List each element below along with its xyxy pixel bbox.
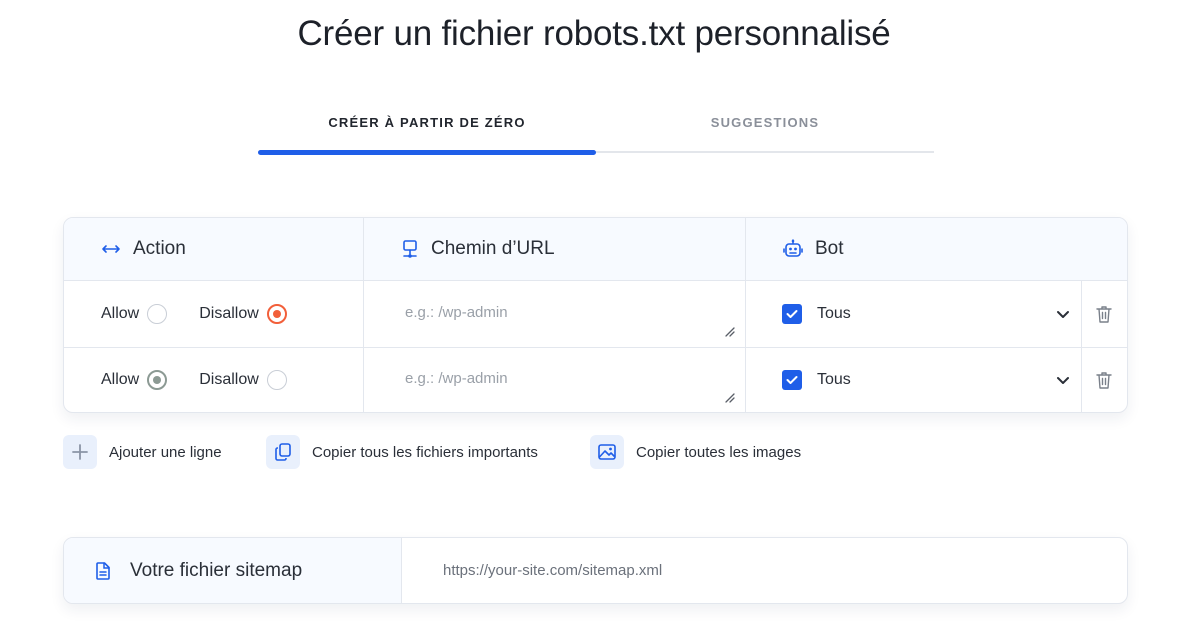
plus-icon <box>63 435 97 469</box>
copy-images-label: Copier toutes les images <box>636 443 802 461</box>
checkmark-icon <box>786 376 798 384</box>
bot-select-value[interactable]: Tous <box>817 347 851 412</box>
copy-images-button[interactable]: Copier toutes les images <box>590 435 801 469</box>
sitemap-row: Votre fichier sitemap <box>63 537 1128 604</box>
bot-select-value[interactable]: Tous <box>817 281 851 347</box>
document-icon <box>96 561 110 580</box>
network-icon <box>403 240 417 258</box>
header-action: Action <box>101 218 186 280</box>
header-url: Chemin d’URL <box>401 218 555 280</box>
robot-icon <box>783 239 803 257</box>
url-path-field[interactable] <box>365 282 745 346</box>
add-row-button[interactable]: Ajouter une ligne <box>63 435 222 469</box>
arrows-horizontal-icon <box>102 245 120 253</box>
image-icon <box>590 435 624 469</box>
rules-table: Action Chemin d’URL Bot Allow Disallow e… <box>63 217 1128 413</box>
disallow-radio[interactable] <box>266 370 287 390</box>
chevron-down-icon[interactable] <box>1056 307 1070 321</box>
header-url-label: Chemin d’URL <box>431 238 555 259</box>
table-row: Allow Disallow Tous <box>64 347 1127 412</box>
sitemap-label-cell: Votre fichier sitemap <box>64 538 402 603</box>
trash-icon[interactable] <box>1096 371 1112 389</box>
bot-checkbox[interactable] <box>782 304 802 324</box>
disallow-radio[interactable] <box>266 304 287 324</box>
add-row-label: Ajouter une ligne <box>109 443 222 461</box>
resize-handle-icon[interactable] <box>723 325 735 337</box>
table-row: Allow Disallow Tous <box>64 281 1127 347</box>
resize-handle-icon[interactable] <box>723 391 735 403</box>
disallow-label: Disallow <box>199 305 259 322</box>
tab-create-from-scratch[interactable]: CRÉER À PARTIR DE ZÉRO <box>258 100 596 144</box>
disallow-label: Disallow <box>199 371 259 388</box>
sitemap-url-input[interactable] <box>403 538 1127 603</box>
copy-important-files-button[interactable]: Copier tous les fichiers importants <box>266 435 538 469</box>
copy-important-files-label: Copier tous les fichiers importants <box>312 443 538 461</box>
page-title: Créer un fichier robots.txt personnalisé <box>297 14 891 53</box>
rules-table-header: Action Chemin d’URL Bot <box>64 218 1127 281</box>
header-bot: Bot <box>783 218 844 280</box>
action-radio-group: Allow Disallow <box>101 347 319 412</box>
allow-radio[interactable] <box>147 304 168 324</box>
bot-checkbox[interactable] <box>782 370 802 390</box>
tab-suggestions[interactable]: SUGGESTIONS <box>596 100 934 144</box>
header-action-label: Action <box>133 238 186 259</box>
allow-radio[interactable] <box>147 370 168 390</box>
sitemap-label: Votre fichier sitemap <box>130 559 303 581</box>
table-actions: Ajouter une ligne Copier tous les fichie… <box>63 435 863 469</box>
allow-label: Allow <box>101 371 140 388</box>
url-path-field[interactable] <box>365 348 745 412</box>
copy-icon <box>266 435 300 469</box>
chevron-down-icon[interactable] <box>1056 373 1070 387</box>
header-bot-label: Bot <box>815 238 844 259</box>
action-radio-group: Allow Disallow <box>101 281 319 347</box>
tab-bar: CRÉER À PARTIR DE ZÉRO SUGGESTIONS <box>258 100 934 156</box>
checkmark-icon <box>786 310 798 318</box>
allow-label: Allow <box>101 305 140 322</box>
trash-icon[interactable] <box>1096 305 1112 323</box>
active-tab-indicator <box>258 150 596 155</box>
